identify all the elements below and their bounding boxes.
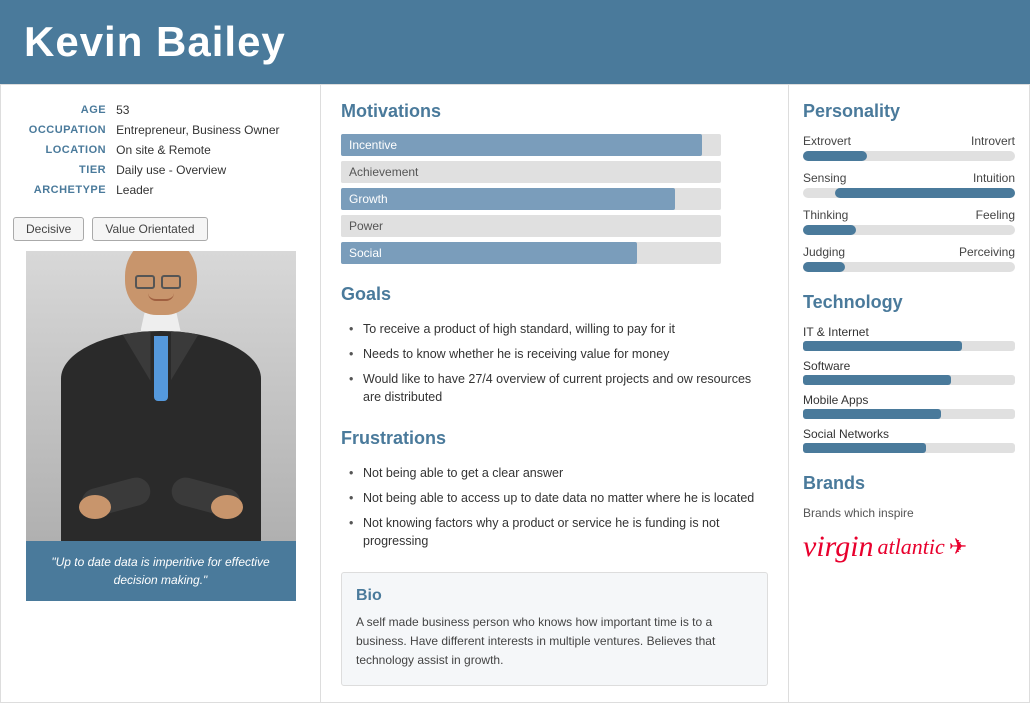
tech-item: IT & Internet xyxy=(803,325,1015,351)
main-content: AGE 53 OCCUPATION Entrepreneur, Business… xyxy=(0,84,1030,703)
slider-left-label: Judging xyxy=(803,245,845,259)
slider-track xyxy=(803,188,1015,198)
brands-section: Brands Brands which inspire virgin atlan… xyxy=(803,473,1015,564)
tech-bar-bg xyxy=(803,341,1015,351)
tag-value-orientated[interactable]: Value Orientated xyxy=(92,217,207,241)
middle-column: Motivations Incentive Achievement Growth… xyxy=(321,85,789,702)
tier-value: Daily use - Overview xyxy=(116,163,306,181)
motivations-title: Motivations xyxy=(341,101,768,122)
personality-slider: Thinking Feeling xyxy=(803,208,1015,235)
bio-box: Bio A self made business person who know… xyxy=(341,572,768,686)
technology-title: Technology xyxy=(803,292,1015,313)
personality-slider: Sensing Intuition xyxy=(803,171,1015,198)
tech-bar-bg xyxy=(803,409,1015,419)
frustration-item: Not knowing factors why a product or ser… xyxy=(349,511,768,555)
technology-section: Technology IT & Internet Software Mobile… xyxy=(803,292,1015,453)
frustration-item: Not being able to access up to date data… xyxy=(349,486,768,511)
personality-slider: Judging Perceiving xyxy=(803,245,1015,272)
personality-section: Personality Extrovert Introvert Sensing … xyxy=(803,101,1015,272)
location-row: LOCATION On site & Remote xyxy=(15,143,306,161)
quote-box: "Up to date data is imperitive for effec… xyxy=(26,541,296,601)
tech-label: Software xyxy=(803,359,1015,373)
slider-track xyxy=(803,151,1015,161)
location-label: LOCATION xyxy=(15,143,114,161)
tech-bar-bg xyxy=(803,443,1015,453)
bio-title: Bio xyxy=(356,587,753,605)
tech-bar-fill xyxy=(803,443,926,453)
goal-item: Would like to have 27/4 overview of curr… xyxy=(349,367,768,411)
tags-row: Decisive Value Orientated xyxy=(13,217,308,241)
slider-left-label: Sensing xyxy=(803,171,846,185)
tech-bar-fill xyxy=(803,409,941,419)
tech-bar-fill xyxy=(803,375,951,385)
tech-label: Social Networks xyxy=(803,427,1015,441)
motivation-bar: Power xyxy=(341,215,768,237)
slider-right-label: Intuition xyxy=(973,171,1015,185)
quote-text: "Up to date data is imperitive for effec… xyxy=(51,555,269,587)
right-column: Personality Extrovert Introvert Sensing … xyxy=(789,85,1029,702)
brands-title: Brands xyxy=(803,473,1015,494)
motivations-section: Motivations Incentive Achievement Growth… xyxy=(341,101,768,264)
motivation-bar: Incentive xyxy=(341,134,768,156)
avatar-container: "Up to date data is imperitive for effec… xyxy=(13,251,308,601)
occupation-label: OCCUPATION xyxy=(15,123,114,141)
motivation-bar: Social xyxy=(341,242,768,264)
left-column: AGE 53 OCCUPATION Entrepreneur, Business… xyxy=(1,85,321,702)
persona-name: Kevin Bailey xyxy=(24,18,1006,66)
personality-slider: Extrovert Introvert xyxy=(803,134,1015,161)
archetype-row: ARCHETYPE Leader xyxy=(15,183,306,201)
slider-right-label: Feeling xyxy=(976,208,1015,222)
motivation-bar: Growth xyxy=(341,188,768,210)
tech-item: Social Networks xyxy=(803,427,1015,453)
archetype-value: Leader xyxy=(116,183,306,201)
goal-item: Needs to know whether he is receiving va… xyxy=(349,342,768,367)
info-table: AGE 53 OCCUPATION Entrepreneur, Business… xyxy=(13,101,308,203)
slider-track xyxy=(803,262,1015,272)
slider-right-label: Perceiving xyxy=(959,245,1015,259)
archetype-label: ARCHETYPE xyxy=(15,183,114,201)
tier-label: TIER xyxy=(15,163,114,181)
frustrations-section: Frustrations Not being able to get a cle… xyxy=(341,428,768,554)
personality-title: Personality xyxy=(803,101,1015,122)
personality-sliders: Extrovert Introvert Sensing Intuition Th… xyxy=(803,134,1015,272)
virgin-text: virgin xyxy=(803,530,874,564)
tier-row: TIER Daily use - Overview xyxy=(15,163,306,181)
page-header: Kevin Bailey xyxy=(0,0,1030,84)
motivation-bar: Achievement xyxy=(341,161,768,183)
tech-bar-fill xyxy=(803,341,962,351)
goal-item: To receive a product of high standard, w… xyxy=(349,317,768,342)
occupation-value: Entrepreneur, Business Owner xyxy=(116,123,306,141)
brand-icon: ✈ xyxy=(949,534,967,560)
location-value: On site & Remote xyxy=(116,143,306,161)
tech-bar-bg xyxy=(803,375,1015,385)
occupation-row: OCCUPATION Entrepreneur, Business Owner xyxy=(15,123,306,141)
age-row: AGE 53 xyxy=(15,103,306,121)
tech-item: Mobile Apps xyxy=(803,393,1015,419)
goals-title: Goals xyxy=(341,284,768,305)
motivation-bars: Incentive Achievement Growth Power Socia… xyxy=(341,134,768,264)
tech-label: Mobile Apps xyxy=(803,393,1015,407)
bio-text: A self made business person who knows ho… xyxy=(356,613,753,671)
slider-track xyxy=(803,225,1015,235)
age-label: AGE xyxy=(15,103,114,121)
tech-item: Software xyxy=(803,359,1015,385)
slider-left-label: Extrovert xyxy=(803,134,851,148)
slider-right-label: Introvert xyxy=(971,134,1015,148)
goals-list: To receive a product of high standard, w… xyxy=(341,317,768,410)
virgin-atlantic-logo: virgin atlantic ✈ xyxy=(803,530,1015,564)
tag-decisive[interactable]: Decisive xyxy=(13,217,84,241)
atlantic-text: atlantic xyxy=(878,534,945,560)
brands-subtitle: Brands which inspire xyxy=(803,506,1015,520)
frustration-item: Not being able to get a clear answer xyxy=(349,461,768,486)
slider-left-label: Thinking xyxy=(803,208,848,222)
tech-label: IT & Internet xyxy=(803,325,1015,339)
frustrations-list: Not being able to get a clear answerNot … xyxy=(341,461,768,554)
age-value: 53 xyxy=(116,103,306,121)
goals-section: Goals To receive a product of high stand… xyxy=(341,284,768,410)
frustrations-title: Frustrations xyxy=(341,428,768,449)
tech-bars: IT & Internet Software Mobile Apps Socia… xyxy=(803,325,1015,453)
